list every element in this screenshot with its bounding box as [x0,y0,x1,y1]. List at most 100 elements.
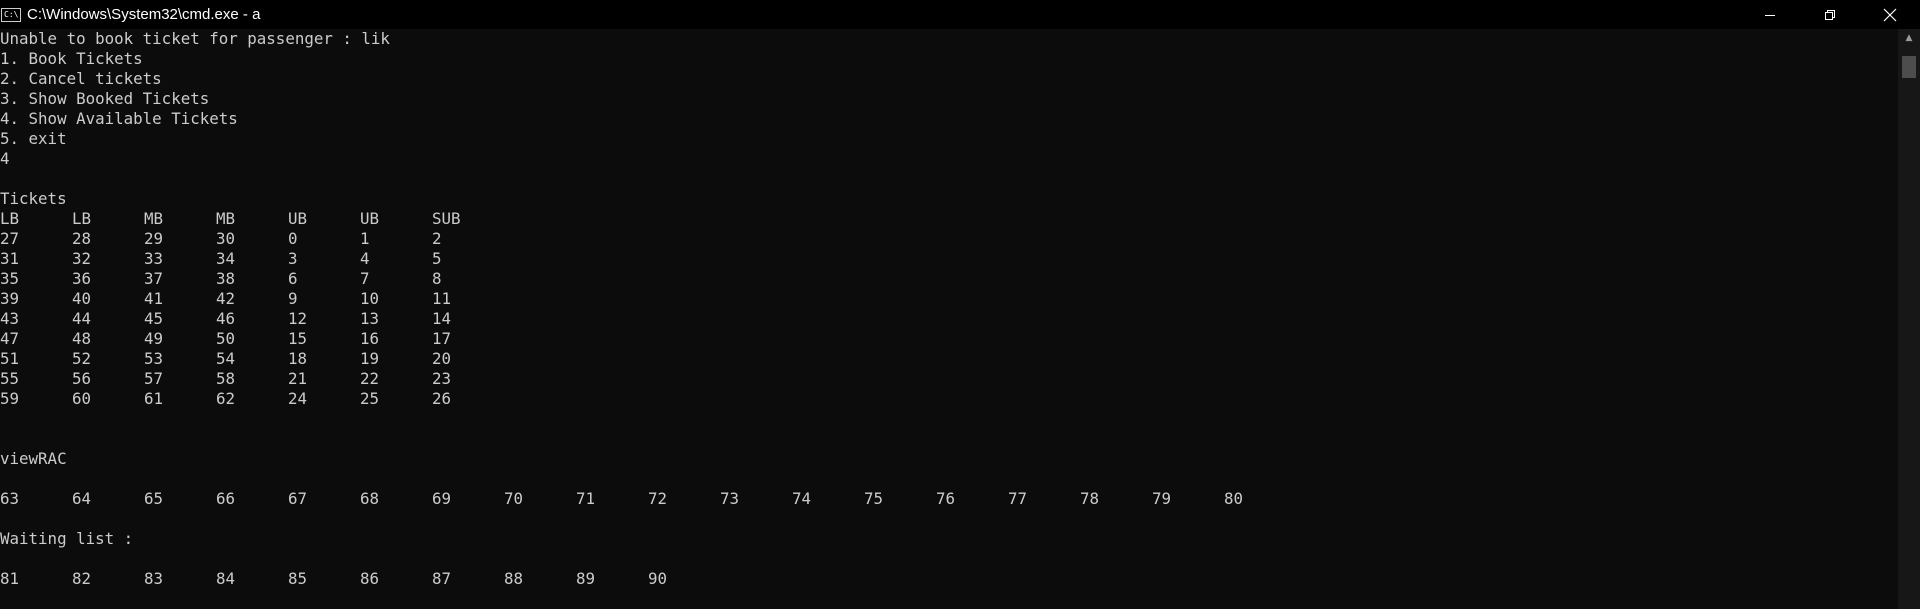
ticket-number-cell: 34 [216,249,236,268]
ticket-number-cell: 35 [0,269,20,288]
tickets-header-cell: UB [360,209,380,228]
waiting-value-cell: 81 [0,569,20,588]
ticket-number-cell: 59 [0,389,20,408]
console-line: 4 [0,149,10,168]
console-line: 1. Book Tickets [0,49,143,68]
rac-value-cell: 79 [1152,489,1172,508]
ticket-number-cell: 48 [72,329,92,348]
waiting-list-label: Waiting list : [0,529,134,548]
waiting-value-cell: 85 [288,569,308,588]
console-output[interactable]: Unable to book ticket for passenger : li… [0,29,1898,609]
ticket-number-cell: 60 [72,389,92,408]
waiting-value-cell: 89 [576,569,596,588]
ticket-number-cell: 40 [72,289,92,308]
ticket-number-cell: 42 [216,289,236,308]
rac-value-cell: 78 [1080,489,1100,508]
ticket-number-cell: 43 [0,309,20,328]
ticket-number-cell: 56 [72,369,92,388]
rac-value-cell: 77 [1008,489,1028,508]
restore-icon [1825,9,1835,20]
ticket-number-cell: 13 [360,309,380,328]
rac-value-cell: 76 [936,489,956,508]
ticket-number-cell: 26 [432,389,452,408]
window-controls [1740,0,1920,29]
scroll-up-arrow-icon[interactable]: ▲ [1898,29,1920,47]
rac-value-cell: 75 [864,489,884,508]
ticket-number-cell: 61 [144,389,164,408]
ticket-number-cell: 20 [432,349,452,368]
minimize-button[interactable] [1740,0,1800,29]
ticket-number-cell: 44 [72,309,92,328]
ticket-number-cell: 57 [144,369,164,388]
tickets-header-cell: SUB [432,209,461,228]
rac-value-cell: 74 [792,489,812,508]
ticket-number-cell: 62 [216,389,236,408]
ticket-number-cell: 50 [216,329,236,348]
tickets-header-cell: UB [288,209,308,228]
ticket-number-cell: 22 [360,369,380,388]
console-line: 5. exit [0,129,67,148]
ticket-number-cell: 5 [432,249,442,268]
ticket-number-cell: 9 [288,289,298,308]
rac-value-cell: 73 [720,489,740,508]
rac-value-cell: 72 [648,489,668,508]
waiting-value-cell: 90 [648,569,668,588]
ticket-number-cell: 17 [432,329,452,348]
ticket-number-cell: 18 [288,349,308,368]
rac-value-cell: 66 [216,489,236,508]
ticket-number-cell: 27 [0,229,20,248]
ticket-number-cell: 6 [288,269,298,288]
waiting-value-cell: 84 [216,569,236,588]
console-line: 4. Show Available Tickets [0,109,238,128]
ticket-number-cell: 19 [360,349,380,368]
minimize-icon [1765,14,1775,16]
ticket-number-cell: 14 [432,309,452,328]
ticket-number-cell: 58 [216,369,236,388]
ticket-number-cell: 12 [288,309,308,328]
waiting-value-cell: 83 [144,569,164,588]
ticket-number-cell: 55 [0,369,20,388]
ticket-number-cell: 33 [144,249,164,268]
scrollbar-thumb[interactable] [1902,56,1916,78]
ticket-number-cell: 23 [432,369,452,388]
close-icon [1883,8,1897,21]
console-line: 2. Cancel tickets [0,69,162,88]
rac-value-cell: 67 [288,489,308,508]
ticket-number-cell: 45 [144,309,164,328]
window-title: C:\Windows\System32\cmd.exe - a [27,6,261,23]
ticket-number-cell: 21 [288,369,308,388]
ticket-number-cell: 54 [216,349,236,368]
tickets-header-cell: MB [216,209,236,228]
vertical-scrollbar[interactable]: ▲ [1898,29,1920,609]
ticket-number-cell: 32 [72,249,92,268]
rac-value-cell: 69 [432,489,452,508]
cmd-app-icon-text: C:\ [4,9,19,19]
rac-value-cell: 80 [1224,489,1244,508]
ticket-number-cell: 46 [216,309,236,328]
ticket-number-cell: 39 [0,289,20,308]
rac-value-cell: 70 [504,489,524,508]
console-line: 3. Show Booked Tickets [0,89,210,108]
title-bar[interactable]: C:\ C:\Windows\System32\cmd.exe - a [0,0,1920,29]
ticket-number-cell: 47 [0,329,20,348]
restore-button[interactable] [1800,0,1860,29]
tickets-header-cell: MB [144,209,164,228]
rac-value-cell: 65 [144,489,164,508]
ticket-number-cell: 53 [144,349,164,368]
rac-value-cell: 68 [360,489,380,508]
ticket-number-cell: 52 [72,349,92,368]
waiting-value-cell: 88 [504,569,524,588]
ticket-number-cell: 7 [360,269,370,288]
waiting-value-cell: 82 [72,569,92,588]
ticket-number-cell: 4 [360,249,370,268]
rac-label: viewRAC [0,449,67,468]
ticket-number-cell: 3 [288,249,298,268]
ticket-number-cell: 51 [0,349,20,368]
cmd-app-icon[interactable]: C:\ [1,7,21,22]
ticket-number-cell: 16 [360,329,380,348]
waiting-value-cell: 86 [360,569,380,588]
ticket-number-cell: 49 [144,329,164,348]
ticket-number-cell: 37 [144,269,164,288]
close-button[interactable] [1860,0,1920,29]
rac-value-cell: 71 [576,489,596,508]
